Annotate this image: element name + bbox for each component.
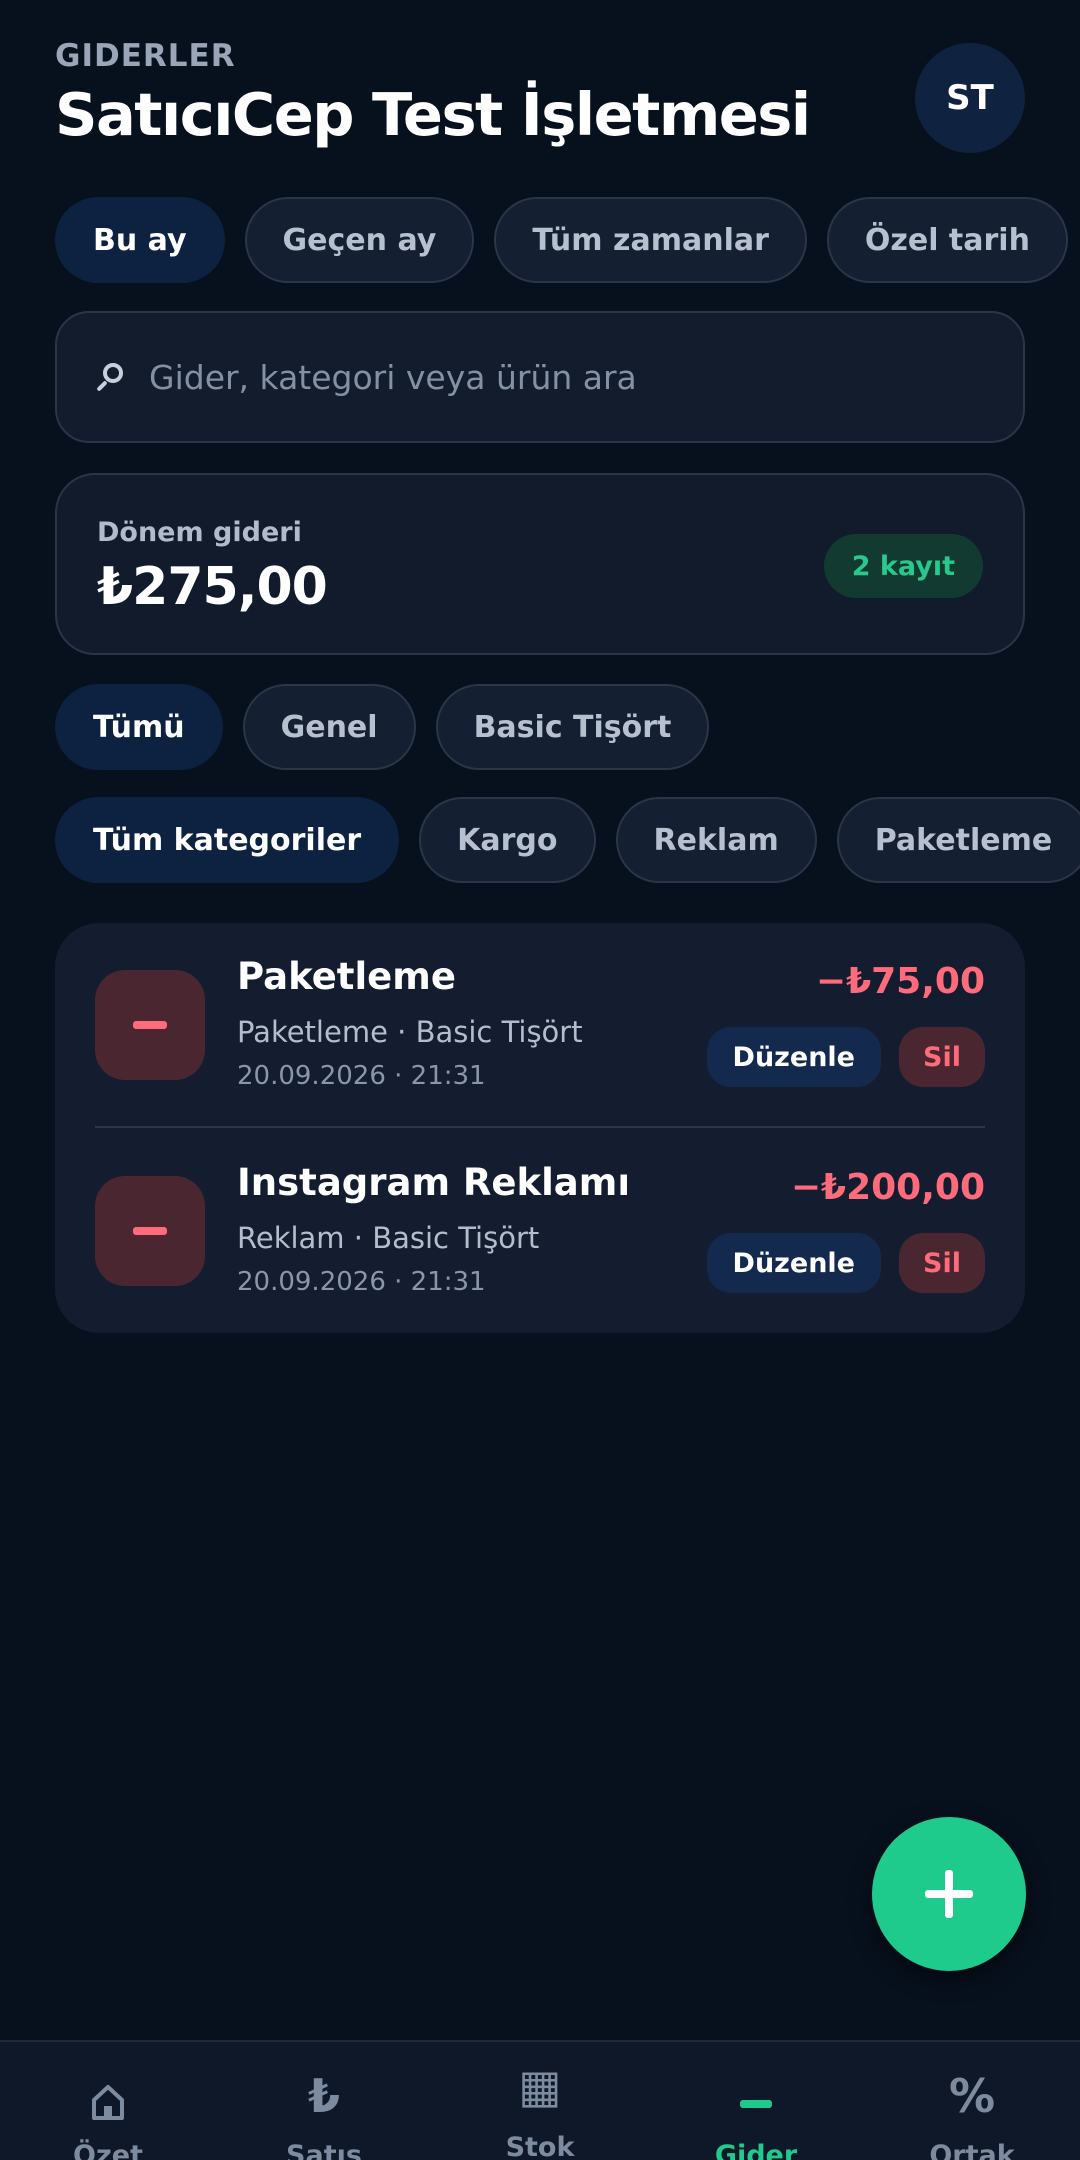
- scope-filter-row: Tümü Genel Basic Tişört: [55, 684, 710, 770]
- scope-chip-general[interactable]: Genel: [242, 684, 416, 770]
- expense-title: Instagram Reklamı: [237, 1161, 630, 1204]
- search-input[interactable]: [149, 357, 1023, 397]
- period-chip-this-month[interactable]: Bu ay: [55, 197, 225, 283]
- expense-title: Paketleme: [237, 955, 456, 998]
- divider: [95, 1126, 985, 1128]
- summary-amount: ₺275,00: [97, 557, 328, 617]
- nav-label: Satış: [286, 2140, 362, 2160]
- nav-item-expense[interactable]: Gider: [648, 2042, 864, 2160]
- expense-subtitle: Paketleme · Basic Tişört: [237, 1015, 583, 1049]
- category-chip-ads[interactable]: Reklam: [615, 797, 817, 883]
- minus-icon: [740, 2100, 772, 2108]
- expense-date: 20.09.2026 · 21:31: [237, 1267, 486, 1297]
- period-chip-all-time[interactable]: Tüm zamanlar: [494, 197, 807, 283]
- nav-label: Ortak: [929, 2140, 1015, 2160]
- category-chip-all[interactable]: Tüm kategoriler: [55, 797, 400, 883]
- nav-item-summary[interactable]: Özet: [0, 2042, 216, 2160]
- expense-minus-icon: [95, 1176, 205, 1286]
- nav-item-partner[interactable]: % Ortak: [864, 2042, 1080, 2160]
- expense-amount: −₺75,00: [815, 961, 985, 1002]
- bottom-nav: Özet ₺ Satış ▦ Stok Gider % Ortak: [0, 2040, 1080, 2160]
- category-filter-row: Tüm kategoriler Kargo Reklam Paketleme: [55, 797, 1080, 883]
- percent-icon: %: [948, 2069, 996, 2123]
- edit-button[interactable]: Düzenle: [706, 1233, 881, 1293]
- category-chip-packaging[interactable]: Paketleme: [836, 797, 1080, 883]
- scope-chip-basic-tshirt[interactable]: Basic Tişört: [435, 684, 710, 770]
- expenses-screen: GIDERLER SatıcıCep Test İşletmesi ST Bu …: [0, 0, 1080, 2160]
- delete-button[interactable]: Sil: [899, 1233, 985, 1293]
- nav-label: Gider: [714, 2140, 798, 2160]
- add-expense-button[interactable]: [872, 1817, 1026, 1971]
- expense-subtitle: Reklam · Basic Tişört: [237, 1221, 540, 1255]
- expense-list: Paketleme Paketleme · Basic Tişört 20.09…: [55, 923, 1025, 1333]
- expense-minus-icon: [95, 970, 205, 1080]
- period-summary-card: Dönem gideri ₺275,00 2 kayıt: [55, 473, 1025, 655]
- home-icon: [92, 2085, 124, 2120]
- header: GIDERLER SatıcıCep Test İşletmesi ST: [55, 38, 1025, 158]
- category-chip-cargo[interactable]: Kargo: [419, 797, 596, 883]
- business-title: SatıcıCep Test İşletmesi: [55, 80, 811, 149]
- scope-chip-all[interactable]: Tümü: [55, 684, 223, 770]
- expense-amount: −₺200,00: [790, 1167, 985, 1208]
- period-chip-custom-date[interactable]: Özel tarih: [826, 197, 1068, 283]
- section-eyebrow: GIDERLER: [55, 38, 236, 74]
- search-icon: [93, 359, 129, 395]
- expense-date: 20.09.2026 · 21:31: [237, 1061, 486, 1091]
- search-bar[interactable]: [55, 311, 1025, 443]
- nav-item-stock[interactable]: ▦ Stok: [432, 2042, 648, 2160]
- delete-button[interactable]: Sil: [899, 1027, 985, 1087]
- nav-label: Stok: [505, 2132, 575, 2160]
- nav-item-sales[interactable]: ₺ Satış: [216, 2042, 432, 2160]
- record-count-badge: 2 kayıt: [823, 534, 983, 598]
- nav-label: Özet: [73, 2140, 143, 2160]
- period-chip-last-month[interactable]: Geçen ay: [244, 197, 475, 283]
- edit-button[interactable]: Düzenle: [706, 1027, 881, 1087]
- list-item[interactable]: Paketleme Paketleme · Basic Tişört 20.09…: [55, 923, 1025, 1129]
- grid-icon: ▦: [518, 2059, 562, 2113]
- avatar[interactable]: ST: [915, 43, 1025, 153]
- lira-icon: ₺: [307, 2069, 340, 2123]
- period-filter-row: Bu ay Geçen ay Tüm zamanlar Özel tarih: [55, 197, 1068, 283]
- list-item[interactable]: Instagram Reklamı Reklam · Basic Tişört …: [55, 1129, 1025, 1335]
- summary-label: Dönem gideri: [97, 517, 302, 548]
